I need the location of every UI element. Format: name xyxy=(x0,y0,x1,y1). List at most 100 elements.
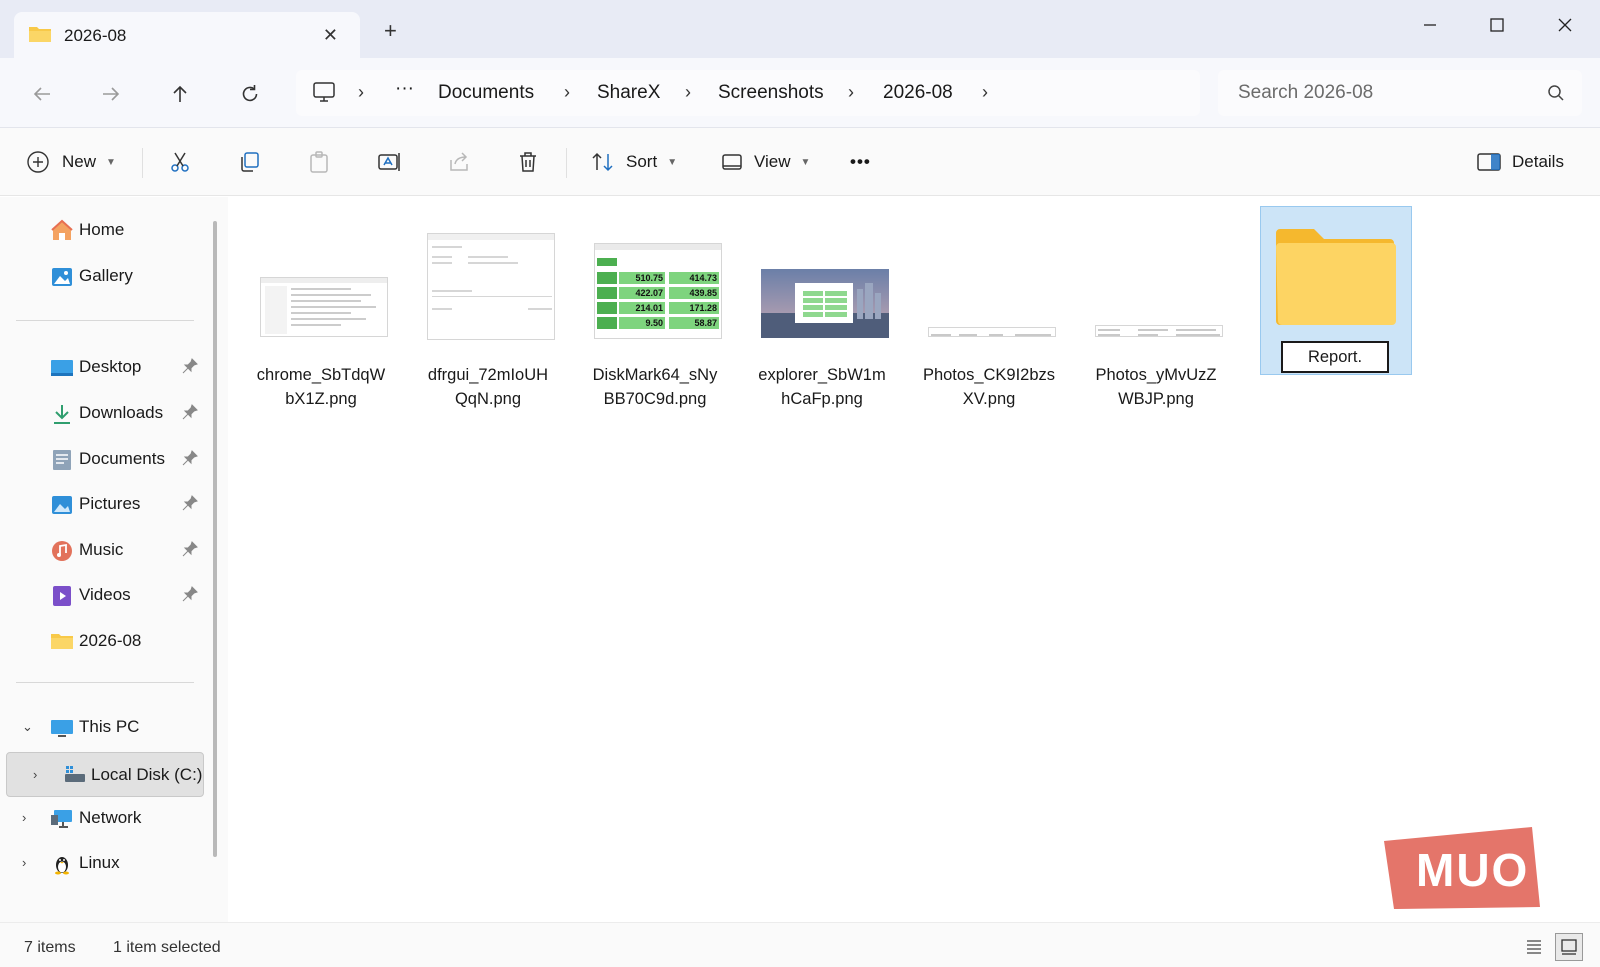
search-placeholder[interactable]: Search 2026-08 xyxy=(1238,82,1373,104)
pin-icon[interactable] xyxy=(182,358,198,379)
diskmark-read-value: 510.75 xyxy=(635,273,663,283)
breadcrumb-sharex[interactable]: ShareX xyxy=(597,82,660,104)
file-item[interactable]: Photos_yMvUzZ WBJP.png xyxy=(1081,217,1231,408)
sidebar-item-linux[interactable]: › Linux xyxy=(16,843,206,883)
folder-item-selected[interactable]: Report. xyxy=(1260,206,1412,375)
breadcrumb-screenshots[interactable]: Screenshots xyxy=(718,82,824,104)
pin-icon[interactable] xyxy=(182,541,198,562)
diskmark-read-value: 214.01 xyxy=(635,303,663,313)
up-button[interactable] xyxy=(166,80,194,108)
share-button[interactable] xyxy=(447,146,471,178)
close-window-button[interactable] xyxy=(1545,10,1585,40)
close-tab-button[interactable]: ✕ xyxy=(323,25,338,46)
sort-label: Sort xyxy=(626,152,658,171)
chevron-right-icon[interactable]: › xyxy=(848,82,854,103)
chevron-down-icon: ▼ xyxy=(106,156,116,168)
breadcrumb-current[interactable]: 2026-08 xyxy=(883,82,953,104)
file-name-line: DiskMark64_sNy xyxy=(592,366,718,384)
copy-button[interactable] xyxy=(237,146,261,178)
view-button[interactable]: View ▼ xyxy=(720,146,810,178)
sidebar-item-2026-08[interactable]: 2026-08 xyxy=(16,621,206,661)
sidebar-item-label: Network xyxy=(79,808,142,827)
sidebar-item-local-disk[interactable]: › Local Disk (C:) xyxy=(6,752,204,797)
pin-icon[interactable] xyxy=(182,404,198,425)
breadcrumb[interactable]: › ··· Documents › ShareX › Screenshots ›… xyxy=(296,70,1200,116)
pin-icon[interactable] xyxy=(182,450,198,471)
sidebar-item-desktop[interactable]: Desktop xyxy=(16,347,206,387)
pin-icon[interactable] xyxy=(182,586,198,607)
sidebar-item-pictures[interactable]: Pictures xyxy=(16,484,206,524)
toolbar-divider xyxy=(142,148,143,178)
sidebar-item-documents[interactable]: Documents xyxy=(16,439,206,479)
refresh-button[interactable] xyxy=(236,80,264,108)
maximize-icon xyxy=(1490,18,1504,32)
diskmark-write-value: 414.73 xyxy=(689,273,717,283)
refresh-icon xyxy=(242,85,258,102)
sidebar-item-music[interactable]: Music xyxy=(16,530,206,570)
chevron-right-icon[interactable]: › xyxy=(564,82,570,103)
large-icons-view-button[interactable] xyxy=(1555,933,1583,961)
file-thumbnail xyxy=(761,269,889,338)
rename-input[interactable]: Report. xyxy=(1281,341,1389,373)
rename-button[interactable] xyxy=(377,146,403,178)
file-name-line: explorer_SbW1m xyxy=(758,366,886,384)
folder-icon xyxy=(50,630,74,654)
title-bar: 2026-08 ✕ + xyxy=(0,0,1600,58)
sidebar-item-this-pc[interactable]: ⌄ This PC xyxy=(16,707,206,747)
chevron-right-icon[interactable]: › xyxy=(33,767,37,782)
chevron-down-icon[interactable]: ⌄ xyxy=(22,719,33,735)
cut-button[interactable] xyxy=(168,146,192,178)
file-item[interactable]: chrome_SbTdqW bX1Z.png xyxy=(246,217,396,408)
sidebar-item-network[interactable]: › Network xyxy=(16,798,206,838)
sort-button[interactable]: Sort ▼ xyxy=(590,146,677,178)
file-item[interactable]: dfrgui_72mIoUH QqN.png xyxy=(413,217,563,408)
breadcrumb-overflow[interactable]: ··· xyxy=(395,78,414,100)
chevron-right-icon[interactable]: › xyxy=(982,82,988,103)
delete-button[interactable] xyxy=(516,146,540,178)
minimize-button[interactable] xyxy=(1410,10,1450,40)
new-label: New xyxy=(62,152,97,171)
minimize-icon xyxy=(1424,24,1436,26)
file-item[interactable]: explorer_SbW1m hCaFp.png xyxy=(747,217,897,408)
this-pc-icon[interactable] xyxy=(312,81,336,108)
paste-button[interactable] xyxy=(307,146,331,178)
file-name-line: XV.png xyxy=(962,390,1016,408)
new-button[interactable]: New ▼ xyxy=(26,146,116,178)
file-name: DiskMark64_sNy BB70C9d.png xyxy=(580,363,730,411)
command-bar: New ▼ Sort ▼ View ▼ ••• Details xyxy=(0,128,1600,196)
this-pc-icon xyxy=(50,716,74,740)
sidebar-item-gallery[interactable]: Gallery xyxy=(16,256,206,296)
pin-icon[interactable] xyxy=(182,495,198,516)
tab-current-folder[interactable]: 2026-08 ✕ xyxy=(14,12,360,58)
muo-logo: MUO xyxy=(1384,827,1540,909)
home-icon xyxy=(50,219,74,243)
chevron-right-icon[interactable]: › xyxy=(358,82,364,103)
pictures-icon xyxy=(50,493,74,517)
chevron-right-icon[interactable]: › xyxy=(685,82,691,103)
search-icon[interactable] xyxy=(1546,83,1566,108)
more-options-button[interactable]: ••• xyxy=(850,146,871,178)
videos-icon xyxy=(50,584,74,608)
desktop-icon xyxy=(50,356,74,380)
file-name-line: Photos_CK9I2bzs xyxy=(922,366,1056,384)
sidebar-item-label: Gallery xyxy=(79,266,133,285)
search-input[interactable]: Search 2026-08 xyxy=(1218,70,1582,116)
file-item[interactable]: Photos_CK9I2bzs XV.png xyxy=(914,217,1064,408)
chevron-right-icon[interactable]: › xyxy=(22,855,26,870)
sidebar-scrollbar[interactable] xyxy=(213,221,217,857)
maximize-button[interactable] xyxy=(1477,10,1517,40)
sidebar-item-home[interactable]: Home xyxy=(16,210,206,250)
details-view-button[interactable] xyxy=(1520,933,1548,961)
chevron-right-icon[interactable]: › xyxy=(22,810,26,825)
sidebar-item-label: Desktop xyxy=(79,357,142,376)
forward-button[interactable] xyxy=(97,80,125,108)
sidebar-item-videos[interactable]: Videos xyxy=(16,575,206,615)
new-tab-button[interactable]: + xyxy=(384,20,397,42)
copy-icon xyxy=(241,152,259,172)
file-thumbnail xyxy=(928,327,1056,337)
file-item[interactable]: 510.75 414.73 422.07 439.85 214.01 171.28 9… xyxy=(580,217,730,408)
breadcrumb-documents[interactable]: Documents xyxy=(438,82,534,104)
sidebar-item-downloads[interactable]: Downloads xyxy=(16,393,206,433)
details-pane-button[interactable]: Details xyxy=(1476,146,1564,178)
back-button[interactable] xyxy=(28,80,56,108)
